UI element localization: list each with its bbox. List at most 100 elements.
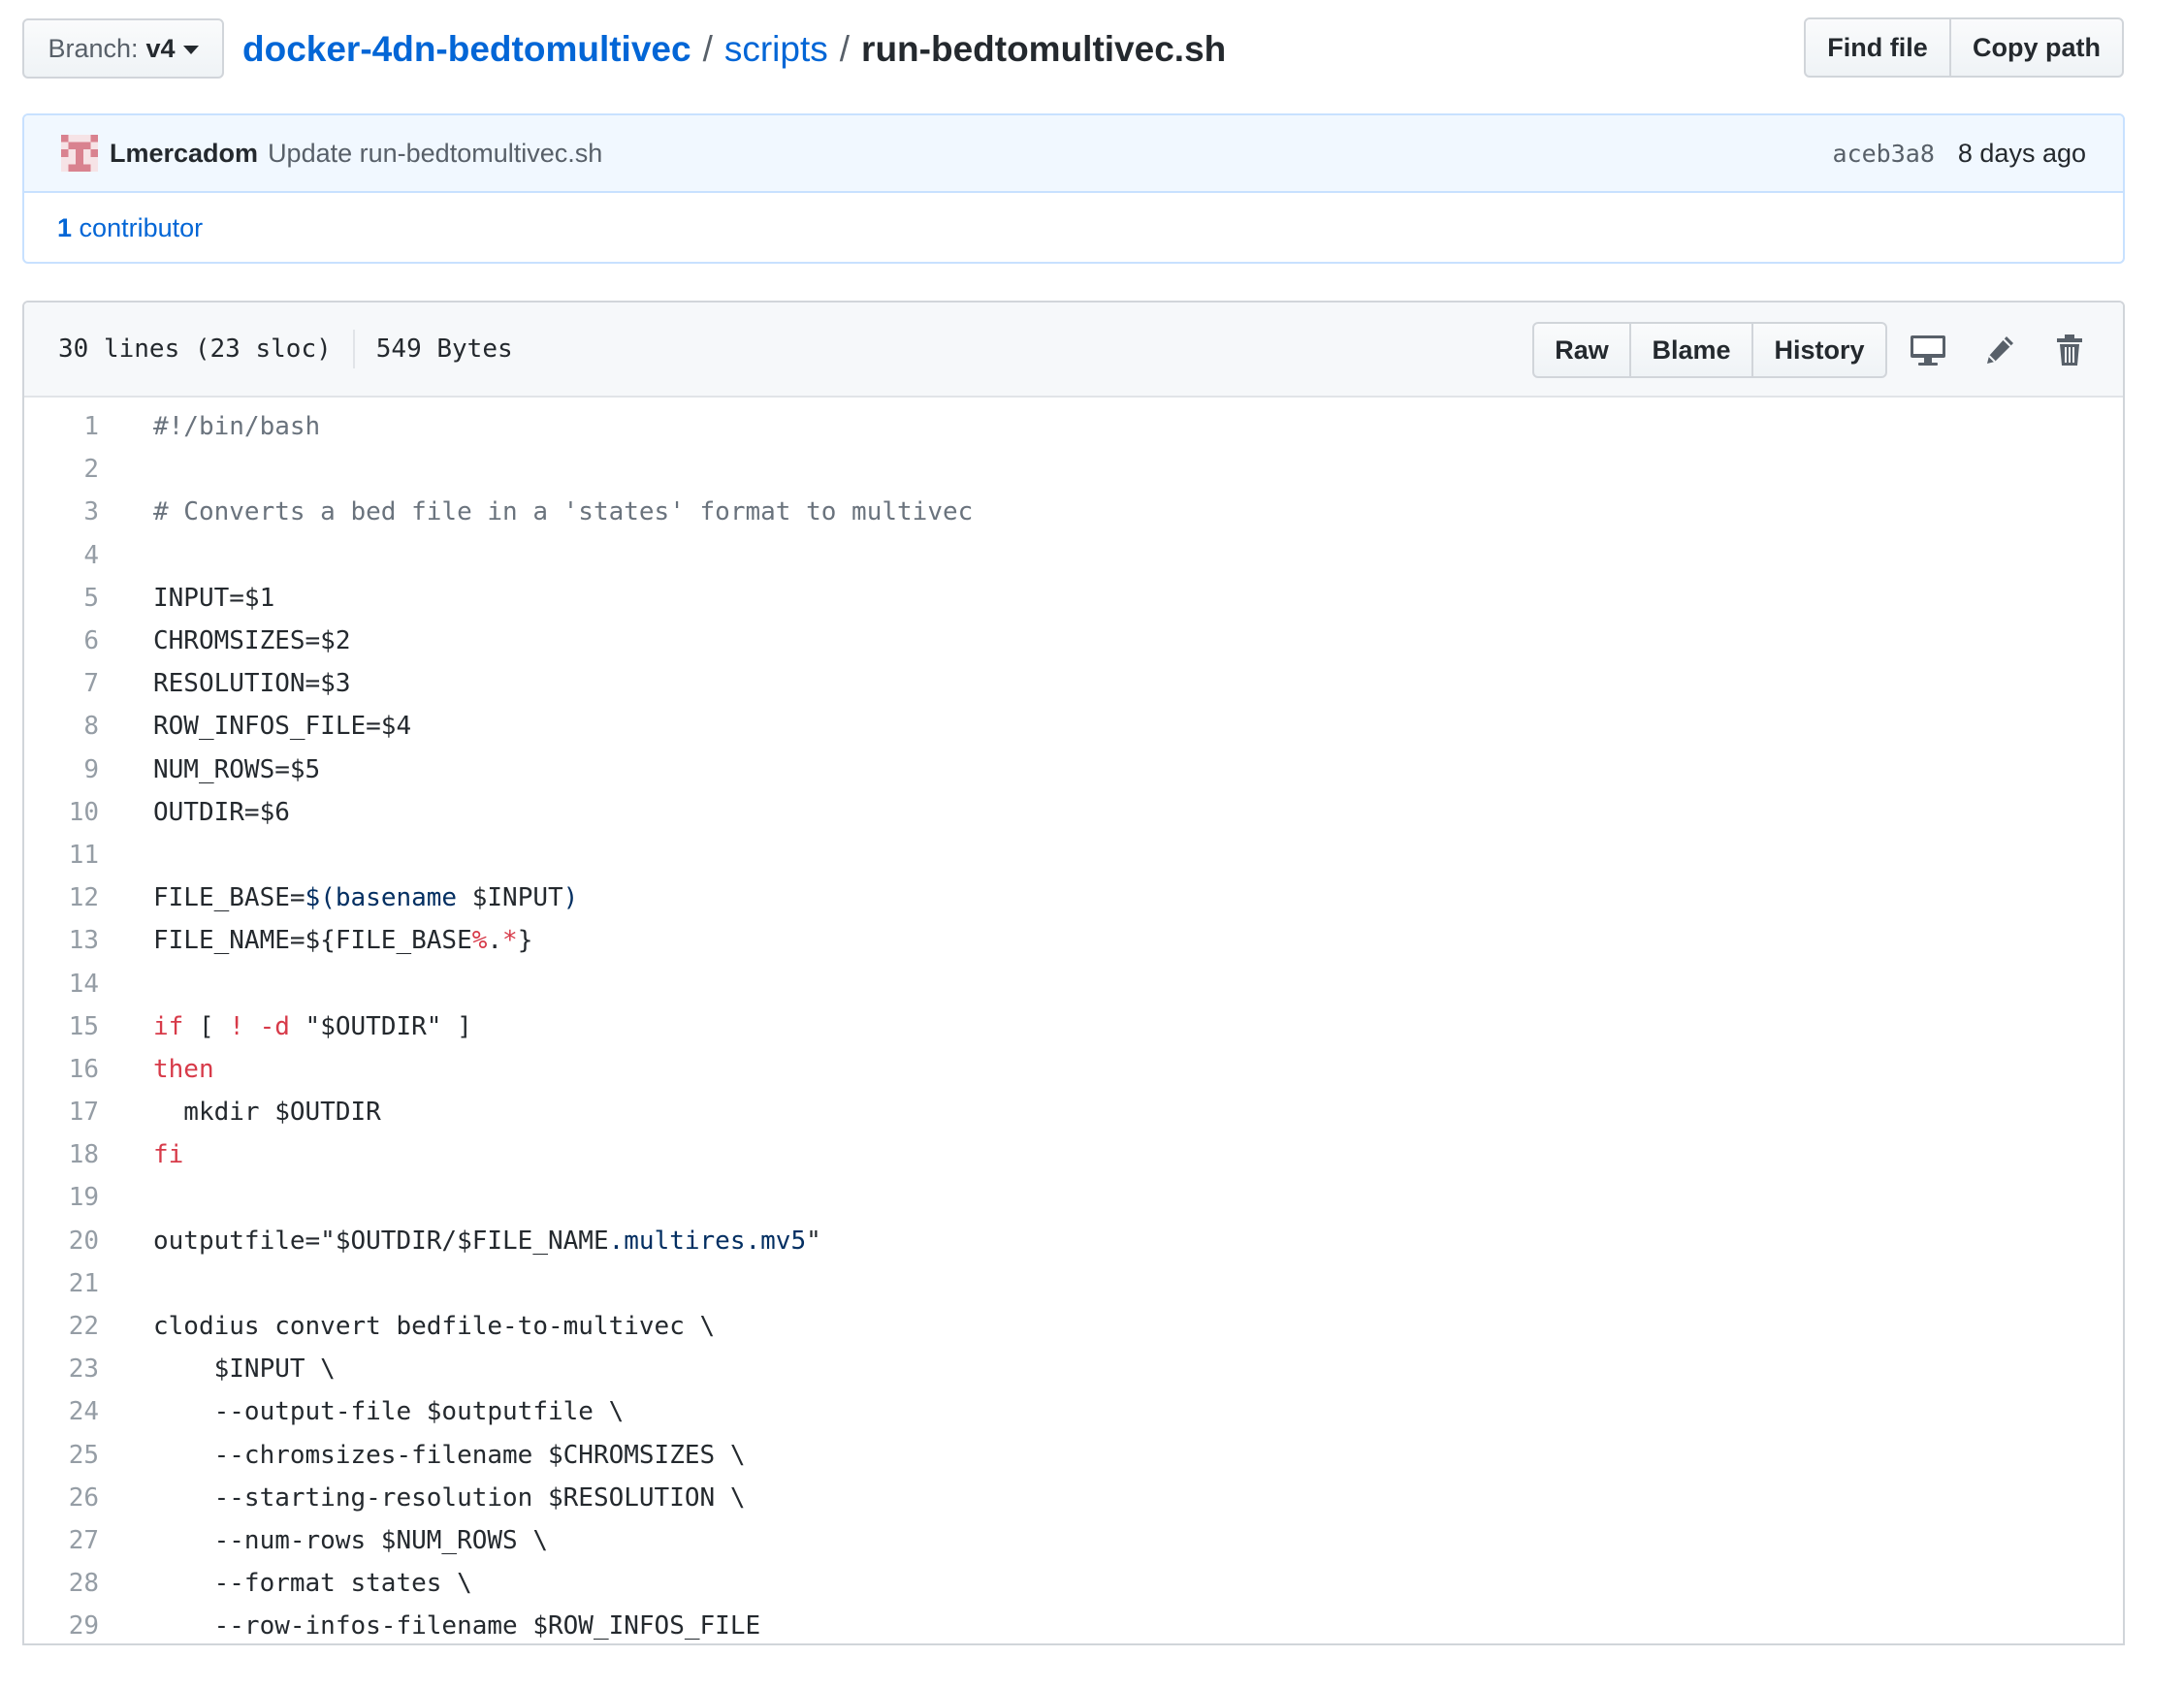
- code-token: .: [487, 926, 503, 956]
- commit-age: 8 days ago: [1957, 138, 2086, 168]
- line-code: if [ ! -d "$OUTDIR" ]: [99, 1012, 472, 1041]
- trash-icon[interactable]: [2045, 326, 2094, 374]
- line-number[interactable]: 16: [24, 1055, 99, 1084]
- breadcrumb-dir-link[interactable]: scripts: [724, 29, 828, 70]
- line-code: FILE_NAME=${FILE_BASE%.*}: [99, 926, 532, 955]
- contributors-link[interactable]: 1 contributor: [57, 213, 203, 243]
- contributors-count: 1: [57, 213, 73, 242]
- code-line: 29 --row-infos-filename $ROW_INFOS_FILE: [24, 1605, 2123, 1643]
- commit-header: Lmercadom Update run-bedtomultivec.sh ac…: [24, 115, 2123, 193]
- line-number[interactable]: 11: [24, 841, 99, 870]
- line-code: fi: [99, 1140, 183, 1169]
- line-number[interactable]: 27: [24, 1526, 99, 1555]
- code-token: "$OUTDIR" ]: [289, 1011, 472, 1041]
- copy-path-button[interactable]: Copy path: [1949, 17, 2124, 78]
- code-line: 13 FILE_NAME=${FILE_BASE%.*}: [24, 919, 2123, 962]
- code-token: NUM_ROWS=$5: [153, 754, 321, 784]
- code-token: INPUT=$1: [153, 583, 275, 613]
- line-number[interactable]: 14: [24, 970, 99, 999]
- commit-message-link[interactable]: Update run-bedtomultivec.sh: [268, 139, 602, 169]
- contributors-label: contributor: [79, 213, 204, 242]
- history-button[interactable]: History: [1751, 322, 1887, 378]
- find-file-button[interactable]: Find file: [1804, 17, 1951, 78]
- line-code: mkdir $OUTDIR: [99, 1098, 381, 1127]
- line-number[interactable]: 23: [24, 1354, 99, 1384]
- line-number[interactable]: 24: [24, 1397, 99, 1426]
- line-number[interactable]: 1: [24, 412, 99, 441]
- line-number[interactable]: 6: [24, 626, 99, 655]
- commit-sha-link[interactable]: aceb3a8: [1833, 140, 1935, 168]
- breadcrumb-repo-link[interactable]: docker-4dn-bedtomultivec: [242, 29, 691, 70]
- line-number[interactable]: 29: [24, 1611, 99, 1641]
- line-number[interactable]: 13: [24, 926, 99, 955]
- line-code: --chromsizes-filename $CHROMSIZES \: [99, 1440, 746, 1470]
- line-number[interactable]: 8: [24, 712, 99, 741]
- code-token: if: [153, 1011, 184, 1041]
- line-code: RESOLUTION=$3: [99, 669, 351, 698]
- code-token: fi: [153, 1140, 184, 1170]
- line-code: --output-file $outputfile \: [99, 1397, 625, 1426]
- code-line: 22 clodius convert bedfile-to-multivec \: [24, 1305, 2123, 1348]
- code-token: mkdir $OUTDIR: [153, 1098, 381, 1128]
- code-token: --chromsizes-filename $CHROMSIZES \: [153, 1440, 746, 1470]
- line-number[interactable]: 2: [24, 455, 99, 484]
- code-token: $INPUT \: [153, 1354, 336, 1385]
- line-number[interactable]: 22: [24, 1312, 99, 1341]
- identicon-avatar[interactable]: [61, 135, 98, 172]
- code-line: 27 --num-rows $NUM_ROWS \: [24, 1519, 2123, 1562]
- line-number[interactable]: 3: [24, 497, 99, 526]
- code-line: 16 then: [24, 1048, 2123, 1091]
- line-number[interactable]: 26: [24, 1483, 99, 1513]
- code-token: *: [502, 926, 518, 956]
- line-number[interactable]: 10: [24, 798, 99, 827]
- line-number[interactable]: 17: [24, 1098, 99, 1127]
- line-code: CHROMSIZES=$2: [99, 626, 351, 655]
- code-line: 9 NUM_ROWS=$5: [24, 749, 2123, 791]
- line-number[interactable]: 28: [24, 1569, 99, 1598]
- line-code: #!/bin/bash: [99, 412, 320, 441]
- code-token: !: [229, 1011, 244, 1041]
- code-token: [: [183, 1011, 230, 1041]
- line-number[interactable]: 18: [24, 1140, 99, 1169]
- code-token: then: [153, 1054, 214, 1084]
- line-code: INPUT=$1: [99, 584, 274, 613]
- code-token: -d: [259, 1011, 290, 1041]
- branch-value: v4: [145, 33, 176, 63]
- line-number[interactable]: 9: [24, 755, 99, 784]
- branch-select-button[interactable]: Branch: v4: [22, 18, 224, 79]
- line-number[interactable]: 4: [24, 541, 99, 570]
- line-number[interactable]: 25: [24, 1441, 99, 1470]
- line-code: $INPUT \: [99, 1354, 336, 1384]
- desktop-icon[interactable]: [1904, 326, 1952, 374]
- line-number[interactable]: 5: [24, 584, 99, 613]
- raw-button[interactable]: Raw: [1532, 322, 1631, 378]
- line-number[interactable]: 19: [24, 1183, 99, 1212]
- line-code: --num-rows $NUM_ROWS \: [99, 1526, 548, 1555]
- line-number[interactable]: 15: [24, 1012, 99, 1041]
- breadcrumb: docker-4dn-bedtomultivec / scripts / run…: [242, 22, 1226, 77]
- code-token: # Converts a bed file in a 'states' form…: [153, 497, 974, 527]
- line-code: --row-infos-filename $ROW_INFOS_FILE: [99, 1611, 761, 1641]
- commit-author-link[interactable]: Lmercadom: [110, 139, 258, 169]
- file-info: 30 lines (23 sloc) 549 Bytes: [58, 330, 513, 368]
- code-line: 26 --starting-resolution $RESOLUTION \: [24, 1477, 2123, 1519]
- commit-tease-box: Lmercadom Update run-bedtomultivec.sh ac…: [22, 113, 2125, 264]
- file-viewer: 30 lines (23 sloc) 549 Bytes Raw Blame H…: [22, 301, 2125, 1645]
- code-token: ): [562, 883, 579, 913]
- blame-button[interactable]: Blame: [1629, 322, 1753, 378]
- commit-meta: aceb3a8 8 days ago: [1833, 139, 2086, 169]
- code-token: .multires.mv5: [608, 1226, 807, 1256]
- line-number[interactable]: 20: [24, 1227, 99, 1256]
- code-line: 7 RESOLUTION=$3: [24, 662, 2123, 705]
- line-number[interactable]: 7: [24, 669, 99, 698]
- code-line: 4: [24, 534, 2123, 577]
- line-code: NUM_ROWS=$5: [99, 755, 320, 784]
- line-code: --starting-resolution $RESOLUTION \: [99, 1483, 746, 1513]
- code-line: 2: [24, 448, 2123, 491]
- pencil-icon[interactable]: [1975, 326, 2024, 374]
- line-number[interactable]: 21: [24, 1269, 99, 1298]
- line-code: ROW_INFOS_FILE=$4: [99, 712, 411, 741]
- chevron-down-icon: [182, 46, 199, 54]
- line-number[interactable]: 12: [24, 883, 99, 912]
